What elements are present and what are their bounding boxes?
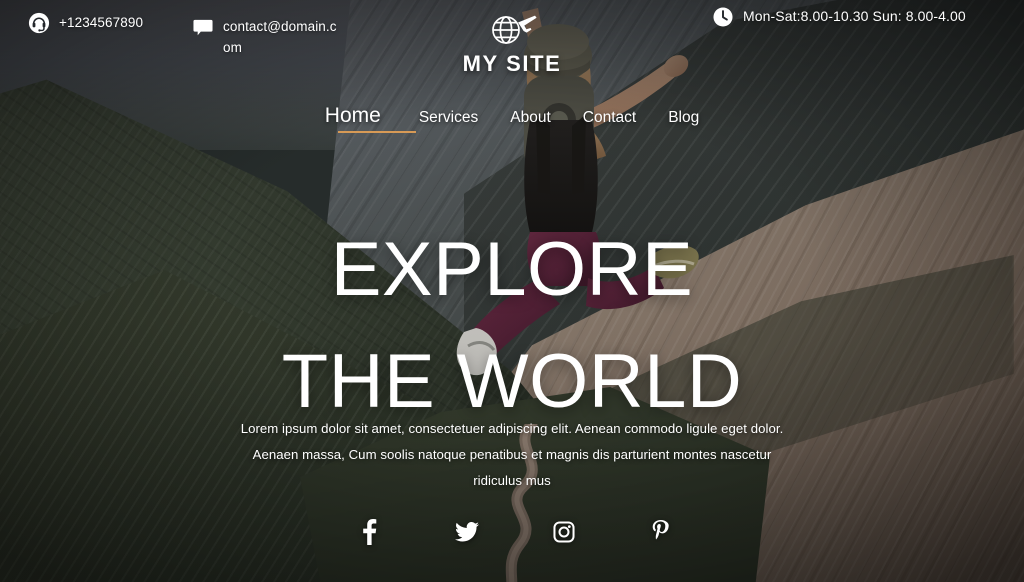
- pinterest-icon[interactable]: [648, 518, 674, 546]
- nav-item-blog[interactable]: Blog: [652, 109, 715, 127]
- facebook-icon[interactable]: [357, 518, 383, 546]
- main-navigation: Home Services About Contact Blog: [0, 104, 1024, 128]
- hero-paragraph: Lorem ipsum dolor sit amet, consectetuer…: [240, 421, 784, 488]
- nav-item-contact[interactable]: Contact: [567, 109, 652, 127]
- nav-item-services[interactable]: Services: [403, 109, 494, 127]
- hero-section: +1234567890 contact@domain.com Mon-Sat:8…: [0, 0, 1024, 582]
- twitter-icon[interactable]: [454, 518, 480, 546]
- social-links: [0, 518, 1024, 546]
- site-logo[interactable]: MY SITE: [0, 8, 1024, 77]
- globe-airplane-icon: [485, 8, 539, 48]
- nav-item-home[interactable]: Home: [309, 104, 403, 128]
- site-name: MY SITE: [462, 51, 562, 76]
- hero-heading: EXPLORE THE WORLD: [0, 214, 1024, 438]
- instagram-icon[interactable]: [551, 518, 577, 546]
- active-nav-underline: [338, 131, 416, 133]
- hero-heading-line-1: EXPLORE: [330, 227, 694, 312]
- nav-item-about[interactable]: About: [494, 109, 567, 127]
